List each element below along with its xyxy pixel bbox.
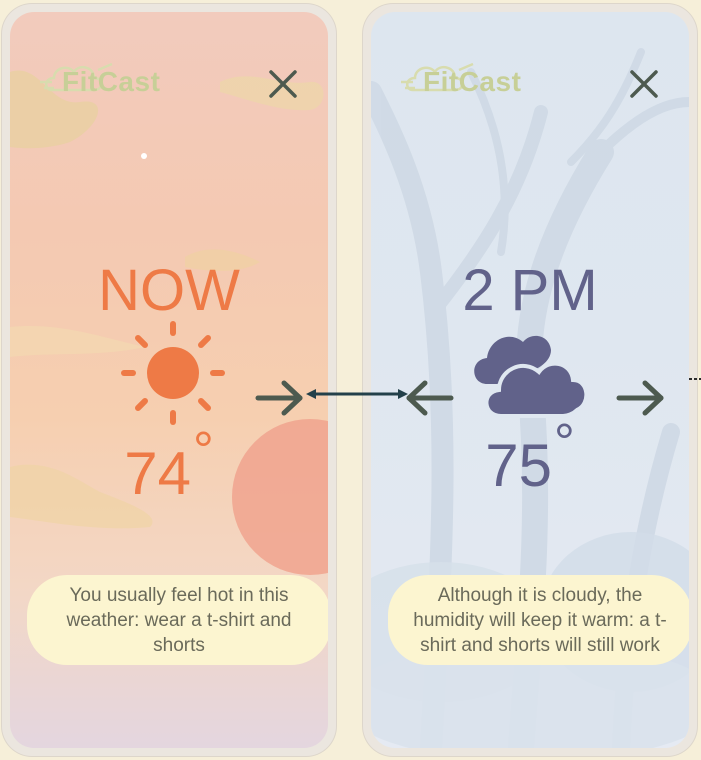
close-icon[interactable] — [627, 67, 661, 101]
temperature: 75° — [371, 414, 689, 499]
next-arrow-icon[interactable] — [615, 378, 667, 418]
phone-screen-now: FitCast NOW 74° You usually feel hot in — [2, 4, 336, 756]
app-name: FitCast — [423, 66, 522, 97]
flow-connector-arrow — [306, 389, 408, 399]
time-label: NOW — [98, 258, 240, 323]
degree-symbol: ° — [192, 422, 214, 480]
temperature-value: 74 — [124, 440, 191, 507]
time-label: 2 PM — [462, 258, 598, 323]
screen-now: FitCast NOW 74° You usually feel hot in — [10, 12, 328, 748]
temperature-value: 75 — [485, 432, 552, 499]
advice-bubble: Although it is cloudy, the humidity will… — [388, 575, 689, 665]
previous-arrow-icon[interactable] — [403, 378, 455, 418]
next-arrow-icon[interactable] — [254, 378, 306, 418]
phone-screen-2pm: FitCast 2 PM 75° Although it is cloudy, … — [363, 4, 697, 756]
close-icon[interactable] — [266, 67, 300, 101]
degree-symbol: ° — [553, 414, 575, 472]
temperature: 74° — [10, 422, 328, 507]
flow-connector-stub — [689, 378, 701, 380]
fitcast-logo: FitCast — [399, 62, 521, 102]
advice-bubble: You usually feel hot in this weather: we… — [27, 575, 328, 665]
sun-icon — [121, 321, 225, 425]
screen-2pm: FitCast 2 PM 75° Although it is cloudy, … — [371, 12, 689, 748]
cloud-icon — [474, 335, 589, 418]
fitcast-logo: FitCast — [38, 62, 160, 102]
app-name: FitCast — [62, 66, 161, 97]
